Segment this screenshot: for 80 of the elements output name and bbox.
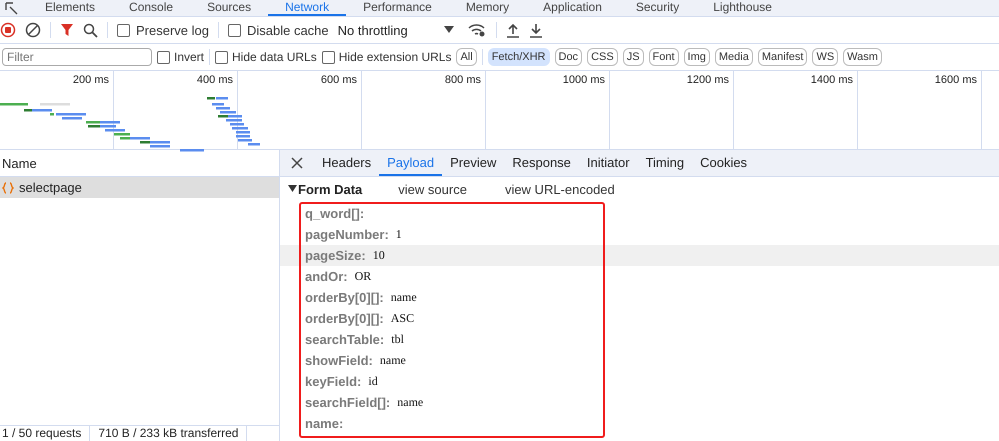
field-key: keyField:: [305, 374, 362, 389]
type-filter-button[interactable]: All: [456, 48, 477, 66]
type-filter-button[interactable]: Font: [648, 48, 679, 66]
time-tick-label: 200 ms: [72, 74, 109, 86]
hide-data-urls-checkbox[interactable]: Hide data URLs: [215, 50, 317, 64]
field-value: ASC: [390, 311, 414, 326]
type-filter-button[interactable]: Manifest: [758, 48, 808, 66]
type-filter-button[interactable]: Img: [684, 48, 710, 66]
field-value: 1: [396, 227, 402, 242]
field-value: tbl: [391, 332, 404, 347]
preserve-log-checkbox[interactable]: Preserve log: [117, 22, 209, 38]
throttling-dropdown[interactable]: No throttling: [338, 22, 454, 38]
field-key: q_word[]:: [305, 206, 364, 221]
type-filter-button[interactable]: Media: [714, 48, 753, 66]
time-tick-label: 1200 ms: [686, 74, 729, 86]
field-key: pageNumber:: [305, 227, 389, 242]
search-icon[interactable]: [83, 22, 98, 38]
type-filter-button[interactable]: Fetch/XHR: [488, 48, 550, 66]
panel-tab[interactable]: Memory: [448, 0, 526, 16]
time-tick-label: 400 ms: [196, 74, 233, 86]
download-icon[interactable]: [528, 22, 543, 38]
filter-icon[interactable]: [60, 23, 74, 37]
disable-cache-checkbox[interactable]: Disable cache: [228, 22, 329, 38]
panel-tab[interactable]: Security: [618, 0, 696, 16]
field-key: showField:: [305, 353, 373, 368]
panel-tab[interactable]: Lighthouse: [696, 0, 789, 16]
panel-tab[interactable]: Sources: [190, 0, 268, 16]
type-filter-button[interactable]: Wasm: [843, 48, 882, 66]
field-value: name: [397, 395, 424, 410]
panel-tab[interactable]: Console: [112, 0, 190, 16]
xhr-icon: [2, 182, 14, 194]
time-tick-label: 600 ms: [320, 74, 357, 86]
request-row[interactable]: selectpage: [0, 177, 279, 198]
detail-tab[interactable]: Headers: [314, 150, 380, 176]
type-filter-button[interactable]: WS: [812, 48, 838, 66]
detail-tab[interactable]: Response: [504, 150, 579, 176]
close-icon[interactable]: [291, 157, 303, 169]
detail-tab[interactable]: Payload: [379, 150, 442, 176]
detail-tab[interactable]: Cookies: [692, 150, 756, 176]
type-filter-button[interactable]: CSS: [587, 48, 618, 66]
panel-tab[interactable]: Network: [268, 0, 346, 16]
field-key: pageSize:: [305, 248, 366, 263]
field-key: name:: [305, 416, 344, 431]
time-tick-label: 1600 ms: [934, 74, 977, 86]
status-text: 1 / 50 requests: [0, 426, 90, 441]
column-header[interactable]: Name: [2, 156, 37, 170]
caret-icon: [444, 26, 454, 34]
hide-extension-urls-checkbox[interactable]: Hide extension URLs: [322, 50, 452, 64]
detail-tab[interactable]: Preview: [442, 150, 504, 176]
field-key: orderBy[0][]:: [305, 311, 384, 326]
panel-tab[interactable]: Performance: [346, 0, 449, 16]
field-value: name: [390, 290, 417, 305]
time-tick-label: 1000 ms: [562, 74, 605, 86]
time-tick-label: 1400 ms: [810, 74, 853, 86]
field-value: OR: [354, 269, 372, 284]
status-text: 710 B / 233 kB transferred: [98, 426, 248, 441]
panel-tab[interactable]: Application: [526, 0, 619, 16]
view-link[interactable]: view source: [398, 182, 467, 196]
detail-tab[interactable]: Initiator: [578, 150, 638, 176]
clear-icon[interactable]: [25, 22, 41, 38]
field-key: searchField[]:: [305, 395, 390, 410]
field-key: orderBy[0][]:: [305, 290, 384, 305]
invert-checkbox[interactable]: Invert: [157, 50, 204, 64]
wifi-settings-icon[interactable]: [466, 22, 487, 38]
filter-field[interactable]: Filter: [2, 48, 152, 66]
upload-icon[interactable]: [506, 22, 520, 38]
field-value: id: [368, 374, 378, 389]
field-key: andOr:: [305, 269, 348, 284]
time-tick-label: 800 ms: [444, 74, 481, 86]
record-icon[interactable]: [0, 22, 16, 38]
field-value: 10: [372, 248, 385, 263]
triangle-icon: [288, 185, 297, 193]
section-toggle[interactable]: Form Data: [288, 182, 362, 196]
view-link[interactable]: view URL-encoded: [504, 182, 615, 196]
detail-tab[interactable]: Timing: [638, 150, 692, 176]
type-filter-button[interactable]: JS: [622, 48, 644, 66]
field-value: name: [380, 353, 406, 368]
type-filter-button[interactable]: Doc: [554, 48, 582, 66]
field-key: searchTable:: [305, 332, 384, 347]
panel-tab[interactable]: Elements: [28, 0, 112, 16]
